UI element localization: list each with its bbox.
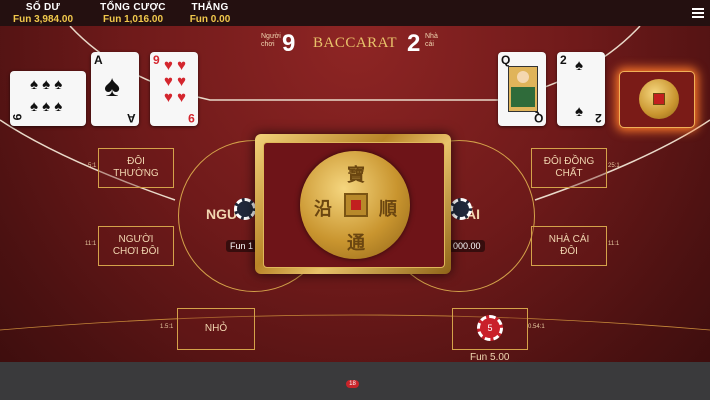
banker-pair2-bet-button[interactable]: NHÀ CÁI ĐÔI [531,226,607,266]
banker-card-1: Q Q [498,52,546,126]
player-bet-amount: Fun 1 [226,240,258,252]
top-status-bar: SỐ DƯ Fun 3,984.00 TỔNG CƯỢC Fun 1,016.0… [0,0,710,26]
total-bet-display: TỔNG CƯỢC Fun 1,016.00 [98,2,168,25]
player-card-2: A ♠ A [91,52,139,126]
total-bet-label: TỔNG CƯỢC [100,2,166,13]
player-pair2-odds: 11:1 [85,241,97,247]
banker-score: 2 [407,30,421,57]
banker-card-2: 2 ♠ ♠ 2 [557,52,605,126]
banker-pair-odds: 25:1 [608,163,620,169]
balance-label: SỐ DƯ [25,2,61,13]
baccarat-table: SỐ DƯ Fun 3,984.00 TỔNG CƯỢC Fun 1,016.0… [0,0,710,400]
notification-badge: 18 [346,380,359,388]
small-odds: 1.5:1 [160,324,174,330]
player-card-3: 9 ♥ ♥ ♥ ♥ ♥ ♥ 9 [150,52,198,126]
card-back-coin-icon [619,71,695,128]
player-chip[interactable] [234,198,256,220]
player-pair-bet-button[interactable]: ĐÔI THƯỜNG [98,148,174,188]
win-display: THẮNG Fun 0.00 [180,2,240,25]
win-value: Fun 0.00 [189,14,231,25]
banker-pair2-odds: 11:1 [608,241,620,247]
win-label: THẮNG [191,2,229,13]
banker-pair-bet-button[interactable]: ĐÔI ĐỒNG CHẤT [531,148,607,188]
big-odds: 0.54:1 [528,324,545,330]
hamburger-menu-icon[interactable] [692,8,704,18]
player-score: 9 [282,30,296,57]
balance-value: Fun 3,984.00 [12,14,74,25]
player-card-1: 6 ♠ ♠ ♠ ♠ ♠ ♠ [10,71,86,126]
chinese-coin-icon: 寶 通 沿 順 [300,151,410,259]
big-bet-button[interactable]: 5 [452,308,528,350]
total-bet-value: Fun 1,016.00 [102,14,164,25]
banker-score-label: Nhà cái [425,33,438,48]
player-score-label: Người chơi [261,33,281,48]
card-squeeze-overlay[interactable]: 寶 通 沿 順 [255,134,451,274]
queen-figure-icon [508,66,538,112]
scoreboard: Người chơi 9 BACCARAT 2 Nhà cái [255,28,455,58]
player-pair-odds: 5:1 [88,163,97,169]
placed-chip[interactable]: 5 [477,315,503,341]
small-bet-button[interactable]: NHỎ [177,308,255,350]
banker-chip[interactable] [450,198,472,220]
player-pair2-bet-button[interactable]: NGƯỜI CHƠI ĐÔI [98,226,174,266]
banker-bet-amount: 000.00 [449,240,485,252]
balance-display: SỐ DƯ Fun 3,984.00 [8,2,78,25]
game-title: BACCARAT [313,35,398,51]
